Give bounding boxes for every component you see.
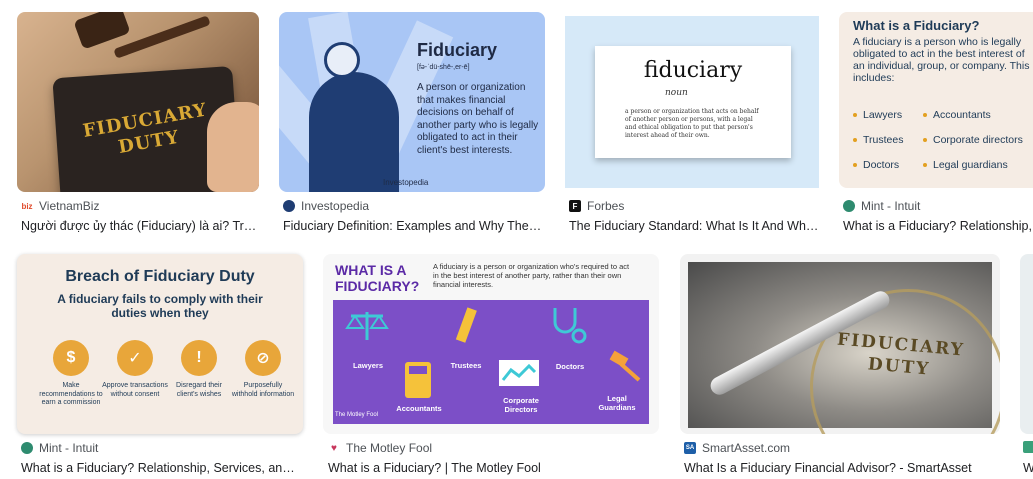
image-heading: What is a Fiduciary?	[853, 18, 980, 33]
image-heading: WHAT IS A FIDUCIARY?	[335, 262, 420, 294]
result-thumbnail[interactable]: What is a Fiduciary? A fiduciary is a pe…	[839, 12, 1033, 188]
image-label: Trustees	[450, 361, 482, 370]
image-label: Accountants	[396, 404, 442, 413]
result-title[interactable]: What is a Fiduciary? Relationship, Servi…	[843, 219, 1033, 233]
favicon-icon	[1023, 441, 1033, 453]
image-description: A fiduciary is a person who is legally o…	[853, 36, 1030, 84]
result-title[interactable]: What is a Fiduciary? | The Motley Fool	[328, 461, 658, 475]
image-label: Purposefully withhold information	[231, 382, 295, 398]
image-label: Disregard their client's wishes	[176, 382, 222, 398]
image-subheading: A fiduciary fails to comply with their d…	[57, 292, 263, 320]
chart-monitor-icon	[499, 360, 539, 386]
result-title[interactable]: Người được ủy thác (Fiduciary) là ai? Tr…	[21, 219, 257, 233]
result-thumbnail[interactable]: fiduciary noun a person or organization …	[565, 16, 819, 188]
result-source[interactable]: biz VietnamBiz	[21, 199, 99, 213]
pen-icon	[455, 307, 477, 343]
result-source[interactable]: Mint - Intuit	[21, 441, 98, 455]
definition-paper: fiduciary noun a person or organization …	[595, 46, 791, 158]
list-item: Doctors	[853, 159, 899, 171]
source-name: Investopedia	[301, 199, 370, 213]
figure-head	[324, 42, 360, 78]
result-source[interactable]: ♥ The Motley Fool	[328, 441, 432, 455]
check-icon: ✓	[117, 340, 153, 376]
result-thumbnail[interactable]: FIDUCIARY DUTY	[680, 254, 1000, 434]
money-bag-icon: $	[53, 340, 89, 376]
result-title[interactable]: What is a Fiduciary? Relationship, Servi…	[21, 461, 301, 475]
result-source[interactable]: F Forbes	[569, 199, 624, 213]
gavel-icon	[609, 350, 641, 382]
result-thumbnail[interactable]: FIDUCIARY DUTY	[17, 12, 259, 192]
image-brand: Investopedia	[383, 178, 429, 187]
result-source[interactable]	[1023, 441, 1033, 453]
warning-icon: !	[181, 340, 217, 376]
investopedia-favicon-icon	[283, 200, 295, 212]
result-thumbnail[interactable]	[1020, 254, 1033, 434]
motley-fool-favicon-icon: ♥	[331, 442, 337, 454]
source-name: Mint - Intuit	[39, 441, 99, 455]
dictionary-word: fiduciary	[643, 58, 743, 83]
source-name: SmartAsset.com	[702, 441, 791, 455]
purple-panel: Lawyers Trustees Doctors Accountants Cor…	[333, 300, 649, 424]
list-item: Accountants	[923, 109, 991, 121]
source-name: Forbes	[587, 199, 625, 213]
result-title[interactable]: The Fiduciary Standard: What Is It And W…	[569, 219, 819, 233]
mint-favicon-icon	[843, 200, 855, 212]
list-item: Lawyers	[853, 109, 902, 121]
part-of-speech: noun	[665, 88, 688, 98]
result-thumbnail[interactable]: Fiduciary [fə-ˈdü-shē-,er-ē] A person or…	[279, 12, 545, 192]
smartasset-favicon-icon: SA	[684, 442, 696, 454]
image-heading: Breach of Fiduciary Duty	[65, 268, 255, 285]
image-label: Lawyers	[352, 361, 384, 370]
result-title[interactable]: W	[1023, 461, 1033, 475]
image-label: Approve transactions without consent	[102, 382, 168, 398]
gavel-head	[73, 12, 131, 50]
result-thumbnail[interactable]: WHAT IS A FIDUCIARY? A fiduciary is a per…	[323, 254, 659, 434]
result-thumbnail[interactable]: Breach of Fiduciary Duty A fiduciary fai…	[17, 254, 303, 434]
calculator-icon	[405, 362, 431, 398]
source-name: The Motley Fool	[346, 441, 433, 455]
image-label: Make recommendations to earn a commissio…	[39, 382, 103, 406]
mint-favicon-icon	[21, 442, 33, 454]
result-source[interactable]: SA SmartAsset.com	[684, 441, 790, 455]
vietnambiz-favicon-icon: biz	[21, 200, 33, 212]
scales-icon	[345, 312, 389, 340]
list-item: Legal guardians	[923, 159, 1008, 171]
image-brand: The Motley Fool	[335, 412, 379, 418]
result-title[interactable]: Fiduciary Definition: Examples and Why T…	[283, 219, 543, 233]
result-title[interactable]: What Is a Fiduciary Financial Advisor? -…	[684, 461, 1000, 475]
image-description: A fiduciary is a person or organization …	[433, 262, 630, 289]
source-name: Mint - Intuit	[861, 199, 921, 213]
result-source[interactable]: Mint - Intuit	[843, 199, 920, 213]
image-description: A person or organization that makes fina…	[417, 82, 539, 156]
forbes-favicon-icon: F	[569, 200, 581, 212]
list-item: Corporate directors	[923, 134, 1023, 146]
hidden-eye-icon: ⊘	[245, 340, 281, 376]
gavel-handle	[113, 15, 211, 59]
image-heading: Fiduciary	[417, 40, 498, 60]
image-label: Corporate Directors	[503, 396, 539, 414]
stethoscope-icon	[553, 308, 587, 344]
dictionary-definition: a person or organization that acts on be…	[625, 108, 759, 139]
list-item: Trustees	[853, 134, 903, 146]
image-label: Legal Guardians	[598, 394, 636, 412]
source-name: VietnamBiz	[39, 199, 100, 213]
image-pronunciation: [fə-ˈdü-shē-,er-ē]	[417, 64, 470, 71]
hand	[207, 102, 259, 192]
result-source[interactable]: Investopedia	[283, 199, 369, 213]
image-label: Doctors	[555, 362, 585, 371]
figure-illustration	[309, 72, 399, 192]
